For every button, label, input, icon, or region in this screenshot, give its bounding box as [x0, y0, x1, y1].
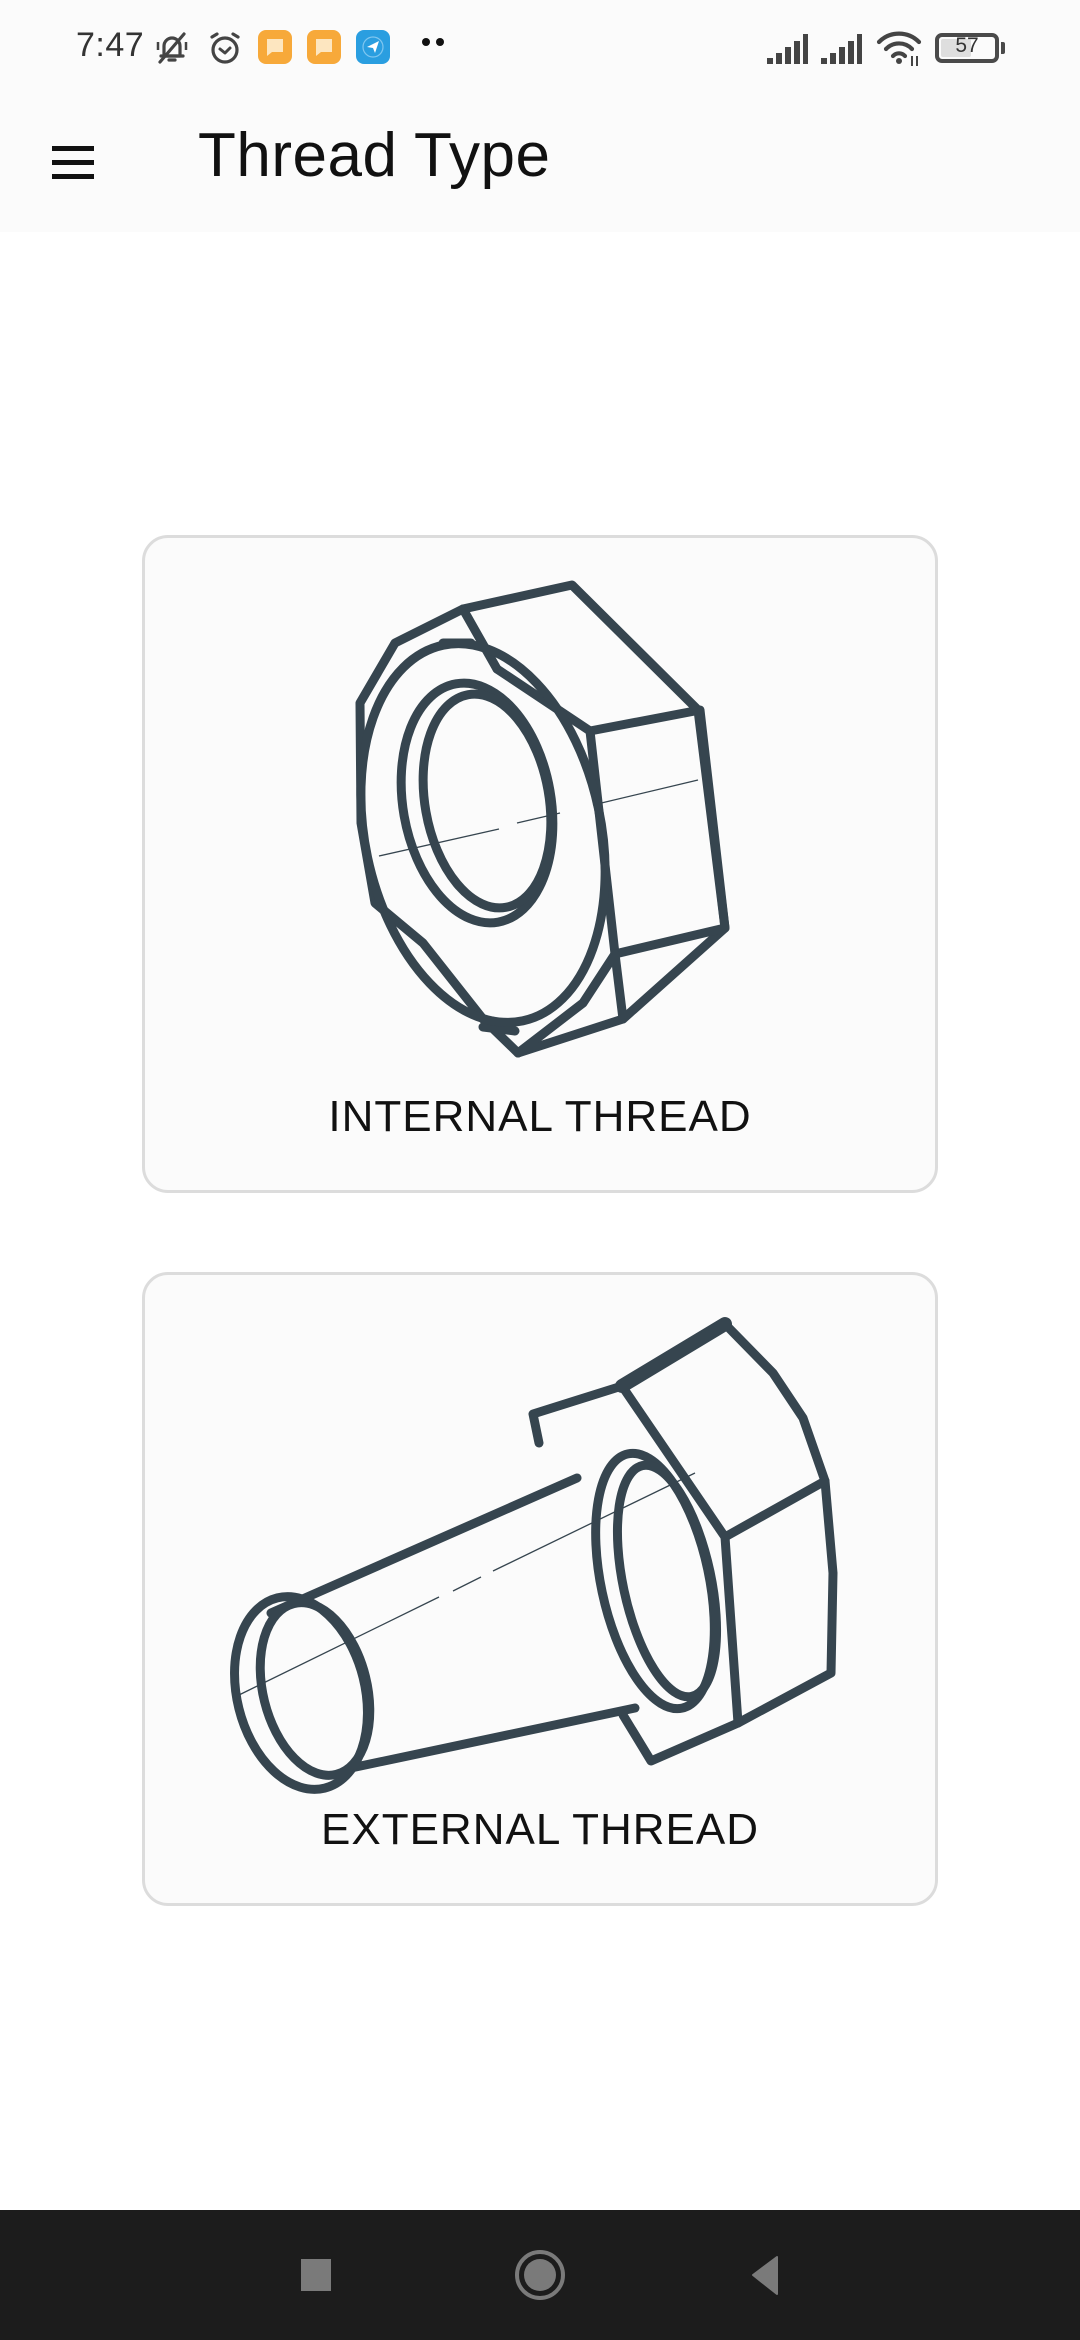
telegram-icon: [356, 30, 390, 64]
status-bar: 7:47 57: [0, 0, 1080, 96]
square-icon: [301, 2259, 331, 2291]
battery-cap: [1001, 42, 1005, 54]
external-thread-option[interactable]: EXTERNAL THREAD: [142, 1272, 938, 1906]
message-app-icon: [307, 30, 341, 64]
recents-button[interactable]: [246, 2210, 386, 2340]
hamburger-menu-icon[interactable]: [36, 124, 116, 204]
circle-icon: [515, 2250, 565, 2300]
app-bar: Thread Type: [0, 96, 1080, 232]
wifi-icon: [876, 31, 922, 66]
hex-nut-icon: [355, 580, 730, 1058]
internal-thread-label: INTERNAL THREAD: [328, 1092, 752, 1141]
external-thread-label: EXTERNAL THREAD: [321, 1805, 759, 1854]
internal-thread-option[interactable]: INTERNAL THREAD: [142, 535, 938, 1193]
hex-bolt-icon: [230, 1317, 838, 1794]
message-app-icon: [258, 30, 292, 64]
battery-icon: 57: [935, 33, 999, 63]
alarm-icon: [210, 32, 240, 64]
signal-icon: [821, 34, 862, 64]
more-notifications-icon: [422, 38, 446, 48]
triangle-back-icon: [752, 2256, 778, 2295]
signal-icon: [767, 34, 808, 64]
battery-level: 57: [955, 34, 979, 57]
back-button[interactable]: [690, 2210, 830, 2340]
navigation-bar: [0, 2210, 1080, 2340]
status-time: 7:47: [76, 26, 145, 64]
home-button[interactable]: [470, 2210, 610, 2340]
bell-muted-icon: [156, 32, 188, 64]
page-title: Thread Type: [198, 121, 551, 190]
